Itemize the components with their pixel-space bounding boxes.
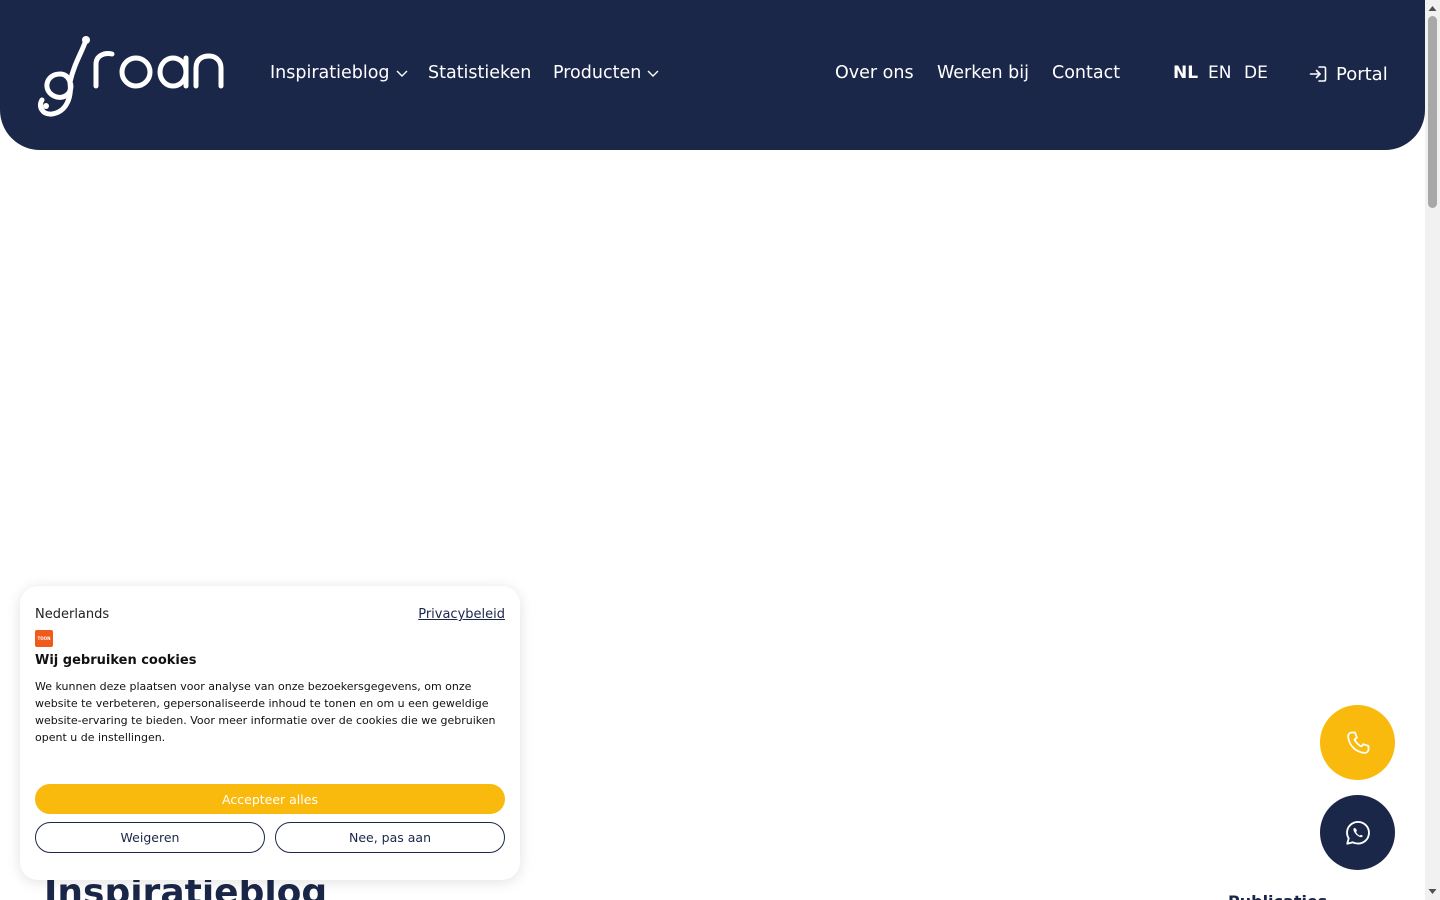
cookie-title: Wij gebruiken cookies (35, 653, 197, 668)
nav-contact[interactable]: Contact (1052, 60, 1120, 86)
chevron-down-icon (647, 70, 659, 77)
lang-nl[interactable]: NL (1173, 60, 1198, 86)
publications-label: Publicaties (1228, 892, 1327, 900)
lang-de[interactable]: DE (1244, 60, 1268, 86)
cookie-description: We kunnen deze plaatsen voor analyse van… (35, 680, 496, 744)
cookie-banner: Nederlands Privacybeleid TOON Wij gebrui… (20, 586, 520, 880)
nav-over-ons[interactable]: Over ons (835, 60, 914, 86)
decline-button[interactable]: Weigeren (35, 822, 265, 853)
phone-icon (1346, 731, 1369, 754)
whatsapp-icon (1345, 820, 1370, 845)
nav-statistieken-label: Statistieken (428, 63, 532, 83)
site-header: Inspiratieblog Statistieken Producten Ov… (0, 0, 1425, 150)
customize-button[interactable]: Nee, pas aan (275, 822, 505, 853)
nav-werken-bij-label: Werken bij (937, 63, 1030, 83)
call-button[interactable] (1320, 705, 1395, 780)
chevron-down-icon (396, 70, 408, 77)
cookie-language-selector[interactable]: Nederlands (35, 607, 109, 622)
scroll-up-icon[interactable] (1428, 4, 1437, 13)
nav-producten[interactable]: Producten (553, 60, 659, 86)
nav-inspiratieblog-label: Inspiratieblog (270, 63, 390, 83)
portal-label: Portal (1336, 63, 1388, 85)
nav-inspiratieblog[interactable]: Inspiratieblog (270, 60, 408, 86)
brand-badge-icon: TOON (35, 630, 53, 647)
nav-over-ons-label: Over ons (835, 63, 914, 83)
portal-link[interactable]: Portal (1308, 60, 1388, 88)
nav-statistieken[interactable]: Statistieken (428, 60, 531, 86)
nav-producten-label: Producten (553, 63, 642, 83)
whatsapp-button[interactable] (1320, 795, 1395, 870)
scroll-down-icon[interactable] (1428, 887, 1437, 896)
accept-all-button[interactable]: Accepteer alles (35, 784, 505, 814)
privacy-policy-link[interactable]: Privacybeleid (418, 607, 505, 622)
login-icon (1309, 66, 1327, 82)
nav-werken-bij[interactable]: Werken bij (937, 60, 1029, 86)
groan-logo[interactable] (36, 34, 226, 118)
nav-contact-label: Contact (1052, 63, 1121, 83)
vertical-scrollbar[interactable] (1425, 0, 1440, 900)
lang-en[interactable]: EN (1208, 60, 1231, 86)
scrollbar-thumb[interactable] (1428, 16, 1437, 208)
